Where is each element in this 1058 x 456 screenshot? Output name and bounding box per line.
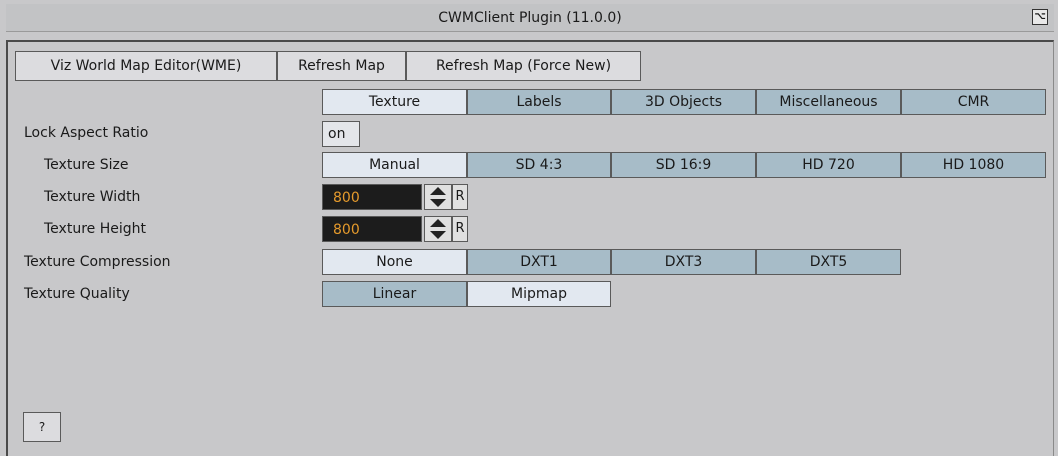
compression-dxt3[interactable]: DXT3	[611, 249, 756, 275]
tab-cmr[interactable]: CMR	[901, 89, 1046, 115]
help-button[interactable]: ?	[23, 412, 61, 442]
wme-button[interactable]: Viz World Map Editor(WME)	[15, 51, 277, 81]
texture-height-label: Texture Height	[44, 221, 146, 237]
quality-linear[interactable]: Linear	[322, 281, 467, 307]
refresh-map-button[interactable]: Refresh Map	[277, 51, 406, 81]
title-bar: CWMClient Plugin (11.0.0) ⌥	[6, 4, 1054, 32]
window-title: CWMClient Plugin (11.0.0)	[438, 10, 622, 26]
texture-size-hd720[interactable]: HD 720	[756, 152, 901, 178]
texture-compression-label: Texture Compression	[24, 254, 171, 270]
lock-aspect-ratio-toggle[interactable]: on	[322, 121, 360, 147]
texture-size-label: Texture Size	[44, 157, 129, 173]
refresh-map-force-button[interactable]: Refresh Map (Force New)	[406, 51, 641, 81]
texture-size-sd169[interactable]: SD 16:9	[611, 152, 756, 178]
spin-down-icon[interactable]	[425, 229, 451, 241]
texture-width-stepper[interactable]	[424, 184, 452, 210]
spin-up-icon[interactable]	[425, 185, 451, 197]
spin-down-icon[interactable]	[425, 197, 451, 209]
texture-quality-label: Texture Quality	[24, 286, 130, 302]
tab-labels[interactable]: Labels	[467, 89, 611, 115]
tab-3d-objects[interactable]: 3D Objects	[611, 89, 756, 115]
texture-size-manual[interactable]: Manual	[322, 152, 467, 178]
texture-width-label: Texture Width	[44, 189, 141, 205]
tab-miscellaneous[interactable]: Miscellaneous	[756, 89, 901, 115]
quality-mipmap[interactable]: Mipmap	[467, 281, 611, 307]
texture-size-sd43[interactable]: SD 4:3	[467, 152, 611, 178]
lock-aspect-ratio-label: Lock Aspect Ratio	[24, 125, 149, 141]
compression-dxt5[interactable]: DXT5	[756, 249, 901, 275]
texture-height-reset-button[interactable]: R	[452, 216, 468, 242]
texture-width-input[interactable]: 800	[322, 184, 422, 210]
texture-height-input[interactable]: 800	[322, 216, 422, 242]
compression-none[interactable]: None	[322, 249, 467, 275]
texture-size-hd1080[interactable]: HD 1080	[901, 152, 1046, 178]
tab-texture[interactable]: Texture	[322, 89, 467, 115]
texture-width-reset-button[interactable]: R	[452, 184, 468, 210]
compression-dxt1[interactable]: DXT1	[467, 249, 611, 275]
texture-height-stepper[interactable]	[424, 216, 452, 242]
spin-up-icon[interactable]	[425, 217, 451, 229]
pin-icon[interactable]: ⌥	[1032, 9, 1048, 25]
